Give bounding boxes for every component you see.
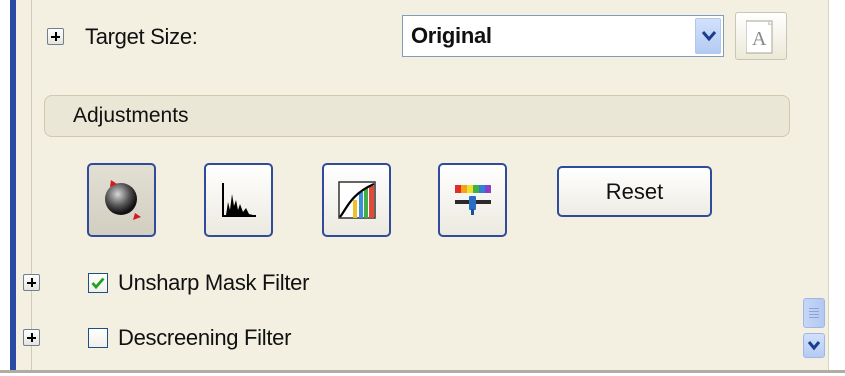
dropdown-arrow-button[interactable] [695,18,721,54]
color-palette-button[interactable] [438,163,507,237]
chevron-down-icon [807,341,821,351]
tone-curve-icon [337,181,376,219]
descreening-checkbox[interactable] [88,328,108,348]
expand-unsharp-mask-button[interactable] [23,274,40,291]
document-orientation-button[interactable]: A [735,12,787,60]
scroll-down-button[interactable] [803,333,825,358]
tone-correction-button[interactable] [322,163,391,237]
histogram-icon [221,183,256,217]
scanner-settings-panel: Target Size: Original A Adjustments Rese… [0,0,845,376]
reset-button[interactable]: Reset [557,166,712,217]
bottom-divider [0,370,845,373]
adjustments-header-label: Adjustments [73,104,189,127]
expand-descreening-button[interactable] [23,329,40,346]
descreening-label: Descreening Filter [118,325,292,350]
scrollbar-thumb[interactable] [803,298,825,328]
unsharp-mask-checkbox[interactable] [88,273,108,293]
document-text-icon: A [746,20,773,54]
svg-text:A: A [752,28,767,50]
tree-guide-line [31,0,32,370]
histogram-button[interactable] [204,163,273,237]
color-palette-slider-icon [454,185,491,215]
image-adjustment-button[interactable] [87,163,156,237]
chevron-down-icon [701,31,717,42]
expand-target-size-button[interactable] [47,28,64,45]
checkmark-icon [91,277,105,290]
unsharp-mask-label: Unsharp Mask Filter [118,270,310,295]
image-adjustment-sphere-icon [104,180,141,220]
target-size-label: Target Size: [85,24,198,49]
target-size-selected-value: Original [411,23,492,48]
adjustments-header: Adjustments [44,95,790,137]
target-size-select[interactable]: Original [402,15,724,57]
